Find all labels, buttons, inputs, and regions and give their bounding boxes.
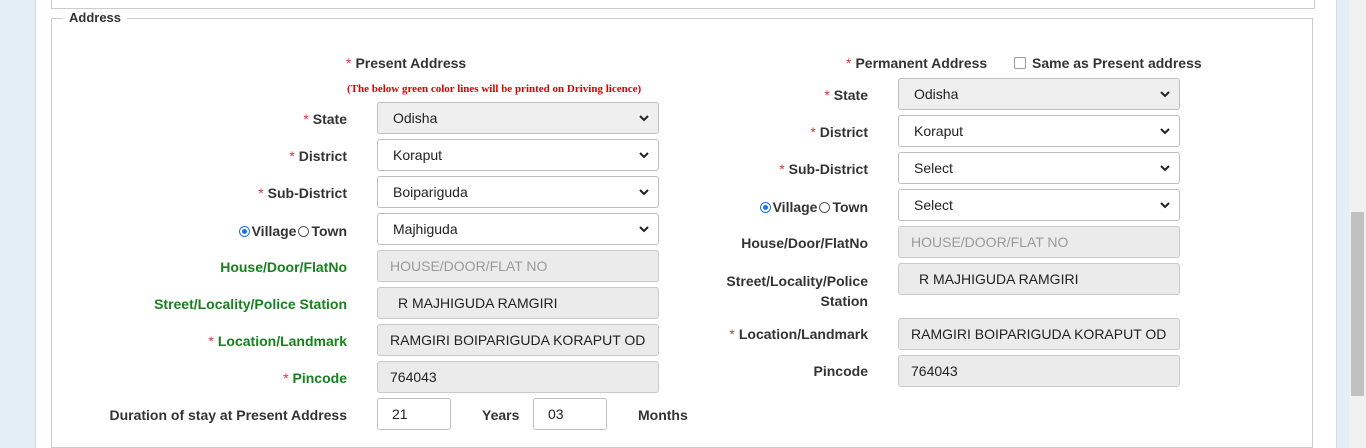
chevron-down-icon — [639, 115, 649, 122]
permanent-village-select[interactable]: Select — [898, 189, 1180, 221]
present-village-select[interactable]: Majhiguda — [377, 213, 659, 245]
present-subdistrict-select[interactable]: Boipariguda — [377, 176, 659, 208]
present-house-input[interactable]: HOUSE/DOOR/FLAT NO — [377, 250, 659, 282]
permanent-subdistrict-select[interactable]: Select — [898, 152, 1180, 184]
permanent-state-select[interactable]: Odisha — [898, 78, 1180, 110]
present-village-town-radios: Village Town — [238, 223, 347, 239]
chevron-down-icon — [639, 152, 649, 159]
present-district-label: * District — [289, 148, 347, 164]
chevron-down-icon — [1160, 91, 1170, 98]
present-subdistrict-label: * Sub-District — [258, 185, 347, 201]
duration-label: Duration of stay at Present Address — [109, 407, 347, 423]
permanent-street-label: Street/Locality/Police Station — [726, 273, 868, 309]
present-pincode-label: * Pincode — [283, 370, 347, 386]
permanent-street-input[interactable]: R MAJHIGUDA RAMGIRI — [898, 263, 1180, 295]
present-street-label: Street/Locality/Police Station — [154, 296, 347, 312]
section-legend: Address — [63, 10, 128, 25]
duration-months-input[interactable]: 03 — [533, 398, 607, 430]
permanent-subdistrict-label: * Sub-District — [779, 161, 868, 177]
present-street-input[interactable]: R MAJHIGUDA RAMGIRI — [377, 287, 659, 319]
print-note: (The below green color lines will be pri… — [347, 83, 642, 95]
present-village-radio[interactable] — [238, 226, 250, 237]
chevron-down-icon — [1160, 128, 1170, 135]
permanent-landmark-input[interactable]: RAMGIRI BOIPARIGUDA KORAPUT OD — [898, 318, 1180, 350]
permanent-pincode-label: Pincode — [813, 363, 868, 379]
present-landmark-label: * Location/Landmark — [208, 333, 347, 349]
permanent-town-radio[interactable] — [819, 202, 831, 213]
chevron-down-icon — [639, 189, 649, 196]
present-landmark-input[interactable]: RAMGIRI BOIPARIGUDA KORAPUT OD — [377, 324, 659, 356]
chevron-down-icon — [1160, 202, 1170, 209]
permanent-village-town-radios: Village Town — [759, 199, 868, 215]
chevron-down-icon — [639, 226, 649, 233]
permanent-district-select[interactable]: Koraput — [898, 115, 1180, 147]
present-address-heading: * Present Address — [346, 55, 467, 71]
permanent-house-label: House/Door/FlatNo — [741, 235, 868, 251]
previous-section-box — [51, 0, 1315, 9]
present-state-select[interactable]: Odisha — [377, 102, 659, 134]
same-as-present-label: Same as Present address — [1032, 55, 1202, 71]
present-town-radio[interactable] — [298, 226, 310, 237]
chevron-down-icon — [1160, 165, 1170, 172]
present-house-label: House/Door/FlatNo — [220, 259, 347, 275]
duration-years-input[interactable]: 21 — [377, 398, 451, 430]
permanent-state-label: * State — [824, 87, 868, 103]
present-state-label: * State — [303, 111, 347, 127]
permanent-pincode-input[interactable]: 764043 — [898, 355, 1180, 387]
present-district-select[interactable]: Koraput — [377, 139, 659, 171]
permanent-address-heading: * Permanent Address — [846, 55, 988, 71]
same-as-present-checkbox[interactable] — [1014, 57, 1026, 69]
permanent-landmark-label: * Location/Landmark — [729, 326, 868, 342]
permanent-village-radio[interactable] — [759, 202, 771, 213]
years-label: Years — [482, 407, 520, 423]
required-mark: * — [346, 55, 352, 71]
present-pincode-input[interactable]: 764043 — [377, 361, 659, 393]
permanent-house-input[interactable]: HOUSE/DOOR/FLAT NO — [898, 226, 1180, 258]
scrollbar-thumb[interactable] — [1351, 212, 1364, 396]
months-label: Months — [638, 407, 688, 423]
permanent-district-label: * District — [810, 124, 868, 140]
